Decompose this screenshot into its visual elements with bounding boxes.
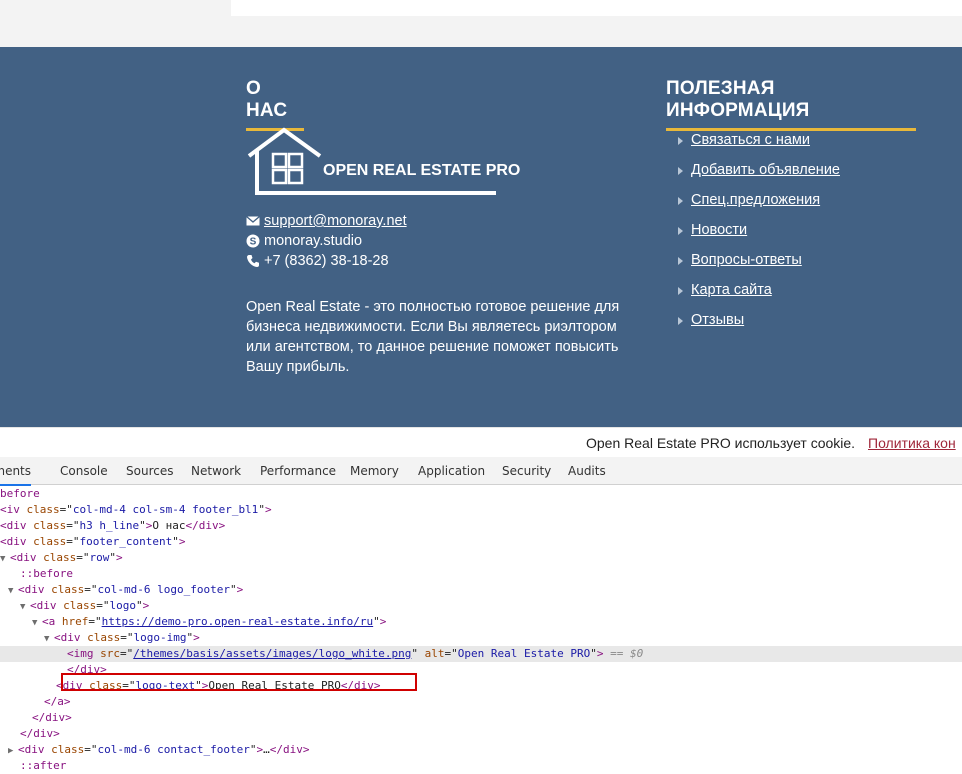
skype-icon: S <box>246 234 260 248</box>
link-sitemap[interactable]: Карта сайта <box>691 282 772 298</box>
caret-right-icon <box>678 317 683 325</box>
dom-node-close-a[interactable]: </a> <box>44 694 71 710</box>
collapse-triangle-icon[interactable]: ▶ <box>8 743 18 759</box>
phone-number: +7 (8362) 38-18-28 <box>264 253 389 269</box>
about-description: Open Real Estate - это полностью готовое… <box>246 299 620 375</box>
caret-right-icon <box>678 167 683 175</box>
useful-info-heading-text: ПОЛЕЗНАЯ ИНФОРМАЦИЯ <box>666 78 810 121</box>
heading-underline <box>666 128 916 131</box>
cookie-banner: Open Real Estate PRO использует cookie. … <box>0 427 962 458</box>
footer-link-item: Связаться с нами <box>678 132 840 162</box>
tab-elements[interactable]: ements <box>0 464 32 486</box>
logo-text: OPEN REAL ESTATE PRO <box>323 162 521 179</box>
tab-console[interactable]: Console <box>60 464 108 478</box>
link-special-offers[interactable]: Спец.предложения <box>691 192 820 208</box>
dom-node-footer-content[interactable]: <div class="footer_content"> <box>0 534 185 550</box>
useful-links-list: Связаться с нами Добавить объявление Спе… <box>678 132 840 342</box>
expand-triangle-icon[interactable]: ▼ <box>0 551 10 567</box>
footer-link-item: Вопросы-ответы <box>678 252 840 282</box>
caret-right-icon <box>678 227 683 235</box>
expand-triangle-icon[interactable]: ▼ <box>32 615 42 631</box>
link-reviews[interactable]: Отзывы <box>691 312 744 328</box>
contact-skype: S monoray.studio <box>246 233 362 249</box>
caret-right-icon <box>678 137 683 145</box>
expand-triangle-icon[interactable]: ▼ <box>8 583 18 599</box>
link-add-listing[interactable]: Добавить объявление <box>691 162 840 178</box>
dom-node-contact-footer[interactable]: ▶ <div class="col-md-6 contact_footer">…<… <box>8 742 309 758</box>
footer-logo[interactable]: OPEN REAL ESTATE PRO <box>246 126 520 198</box>
footer-link-item: Добавить объявление <box>678 162 840 192</box>
dom-node-before[interactable]: before <box>0 486 40 502</box>
cookie-policy-link[interactable]: Политика кон <box>868 435 956 451</box>
link-news[interactable]: Новости <box>691 222 747 238</box>
site-footer: О НАС ПОЛЕЗНАЯ ИНФОРМАЦИЯ OPEN REAL ESTA… <box>0 47 962 427</box>
tab-application[interactable]: Application <box>418 464 485 478</box>
expand-triangle-icon[interactable]: ▼ <box>44 631 54 647</box>
footer-link-item: Карта сайта <box>678 282 840 312</box>
content-card-bottom <box>231 0 962 16</box>
cookie-text: Open Real Estate PRO использует cookie. <box>586 435 856 451</box>
about-heading: О НАС <box>246 78 304 131</box>
dom-node-close-div[interactable]: </div> <box>20 726 60 742</box>
tab-performance[interactable]: Performance <box>260 464 336 478</box>
tab-memory[interactable]: Memory <box>350 464 399 478</box>
expand-triangle-icon[interactable]: ▼ <box>20 599 30 615</box>
tab-security[interactable]: Security <box>502 464 551 478</box>
dom-node-logo[interactable]: ▼ <div class="logo"> <box>20 598 149 614</box>
dom-node-logo-footer[interactable]: ▼ <div class="col-md-6 logo_footer"> <box>8 582 243 598</box>
skype-name: monoray.studio <box>264 233 363 249</box>
tab-audits[interactable]: Audits <box>568 464 606 478</box>
link-contact-us[interactable]: Связаться с нами <box>691 132 810 148</box>
footer-link-item: Спец.предложения <box>678 192 840 222</box>
dom-node-h-line[interactable]: <div class="h3 h_line">О нас</div> <box>0 518 225 534</box>
dom-node-row[interactable]: ▼ <div class="row"> <box>0 550 123 566</box>
caret-right-icon <box>678 197 683 205</box>
dom-node-img-selected[interactable]: <img src="/themes/basis/assets/images/lo… <box>0 646 962 662</box>
envelope-icon <box>246 216 260 226</box>
phone-icon <box>247 255 259 267</box>
caret-right-icon <box>678 287 683 295</box>
footer-link-item: Отзывы <box>678 312 840 342</box>
caret-right-icon <box>678 257 683 265</box>
link-faq[interactable]: Вопросы-ответы <box>691 252 802 268</box>
dom-node-close-div[interactable]: </div> <box>32 710 72 726</box>
red-highlight-box <box>61 673 417 691</box>
svg-text:S: S <box>250 237 257 248</box>
tab-network[interactable]: Network <box>191 464 241 478</box>
contact-email: support@monoray.net <box>246 213 407 229</box>
contact-phone: +7 (8362) 38-18-28 <box>246 253 389 269</box>
dom-node-footer-bl1[interactable]: <iv class="col-md-4 col-sm-4 footer_bl1"… <box>0 502 272 518</box>
footer-link-item: Новости <box>678 222 840 252</box>
useful-info-heading: ПОЛЕЗНАЯ ИНФОРМАЦИЯ <box>666 78 916 131</box>
dom-node-logo-img-div[interactable]: ▼ <div class="logo-img"> <box>44 630 200 646</box>
dom-node-row-before[interactable]: ::before <box>20 566 73 582</box>
devtools-panel: ements Console Sources Network Performan… <box>0 457 962 772</box>
devtools-tab-bar: ements Console Sources Network Performan… <box>0 457 962 486</box>
about-heading-text: О НАС <box>246 78 288 121</box>
email-link[interactable]: support@monoray.net <box>264 213 407 229</box>
dom-node-logo-link[interactable]: ▼ <a href="https://demo-pro.open-real-est… <box>32 614 386 630</box>
tab-sources[interactable]: Sources <box>126 464 173 478</box>
